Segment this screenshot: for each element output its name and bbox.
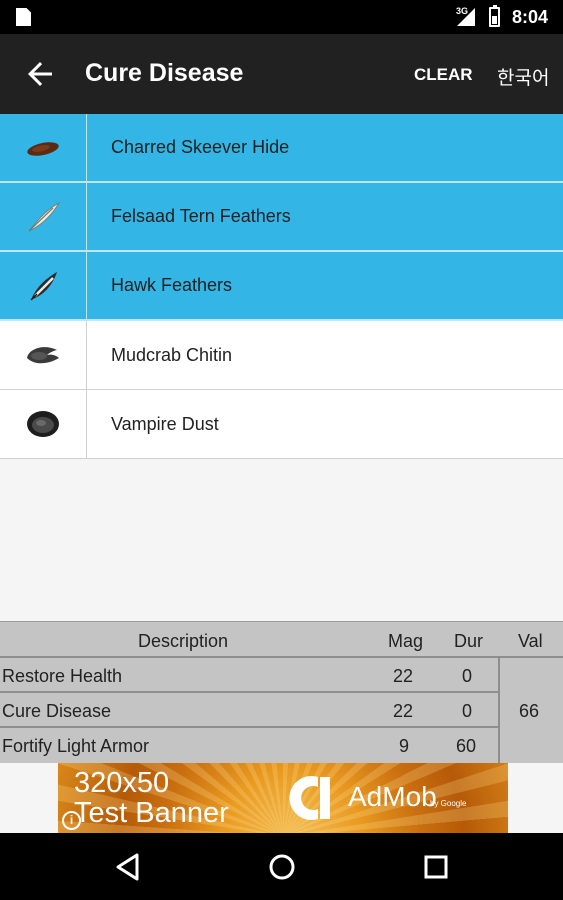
- ingredient-name: Mudcrab Chitin: [111, 344, 233, 365]
- effect-mag: 22: [393, 701, 414, 721]
- icon-cell: [0, 252, 87, 319]
- vampire-dust-icon: [27, 411, 59, 437]
- banner-size-text: 320x50: [74, 767, 170, 799]
- header-dur: Dur: [454, 631, 484, 651]
- clear-button[interactable]: CLEAR: [414, 65, 473, 85]
- table-divider: [0, 726, 499, 728]
- admob-brand-text: AdMob: [348, 781, 437, 812]
- header-val: Val: [518, 631, 543, 651]
- total-value: 66: [519, 701, 540, 721]
- home-circle-icon: [269, 854, 295, 880]
- list-item[interactable]: Vampire Dust: [0, 390, 563, 459]
- banner-title-text: Test Banner: [74, 797, 229, 829]
- ingredient-name: Charred Skeever Hide: [111, 137, 290, 157]
- effect-dur: 0: [462, 666, 473, 686]
- sd-card-icon: [16, 8, 31, 26]
- icon-cell: [0, 114, 87, 181]
- skeever-hide-icon: [27, 141, 59, 156]
- ingredient-list: Charred Skeever Hide Felsaad Tern Feathe…: [0, 114, 563, 459]
- ingredient-name: Vampire Dust: [111, 413, 219, 434]
- ad-banner[interactable]: 320x50 Test Banner i AdMob by Google: [58, 763, 508, 833]
- icon-cell: [0, 183, 87, 250]
- back-triangle-icon: [116, 853, 139, 881]
- effects-table: Description Mag Dur Val Restore Health 2…: [0, 621, 563, 764]
- effect-description: Fortify Light Armor: [2, 736, 150, 756]
- language-button[interactable]: 한국어: [497, 63, 549, 90]
- by-google-text: by Google: [430, 799, 467, 808]
- list-item[interactable]: Mudcrab Chitin: [0, 321, 563, 390]
- table-divider: [498, 656, 500, 764]
- hawk-feather-icon: [30, 271, 57, 301]
- list-item[interactable]: Hawk Feathers: [0, 252, 563, 321]
- effect-dur: 60: [456, 736, 477, 756]
- admob-logo-icon: [289, 776, 330, 820]
- nav-back-button[interactable]: [108, 847, 148, 887]
- table-divider: [0, 691, 499, 693]
- nav-recents-button[interactable]: [416, 847, 456, 887]
- effect-dur: 0: [462, 701, 473, 721]
- list-item[interactable]: Charred Skeever Hide: [0, 114, 563, 183]
- effect-mag: 9: [399, 736, 410, 756]
- icon-cell: [0, 321, 87, 389]
- ingredient-name: Felsaad Tern Feathers: [111, 206, 291, 226]
- list-item[interactable]: Felsaad Tern Feathers: [0, 183, 563, 252]
- arrow-left-icon: [28, 62, 52, 86]
- tern-feather-icon: [28, 201, 61, 231]
- header-description: Description: [138, 631, 229, 651]
- page-title: Cure Disease: [85, 59, 244, 87]
- nav-home-button[interactable]: [262, 847, 302, 887]
- effect-description: Restore Health: [2, 666, 123, 686]
- nav-bar: [0, 833, 563, 900]
- battery-icon: [489, 5, 500, 27]
- effect-description: Cure Disease: [2, 701, 112, 721]
- effect-mag: 22: [393, 666, 414, 686]
- back-button[interactable]: [22, 56, 58, 92]
- info-icon[interactable]: i: [62, 811, 81, 830]
- recents-square-icon: [424, 855, 448, 879]
- ingredient-name: Hawk Feathers: [111, 275, 233, 295]
- empty-area: [0, 459, 563, 621]
- app-bar: Cure Disease CLEAR 한국어: [0, 34, 563, 114]
- signal-icon: [457, 8, 475, 26]
- clock: 8:04: [512, 7, 549, 27]
- icon-cell: [0, 390, 87, 458]
- status-bar: 3G 8:04: [0, 0, 563, 34]
- header-mag: Mag: [388, 631, 424, 651]
- table-divider: [0, 656, 563, 658]
- mudcrab-chitin-icon: [27, 347, 59, 364]
